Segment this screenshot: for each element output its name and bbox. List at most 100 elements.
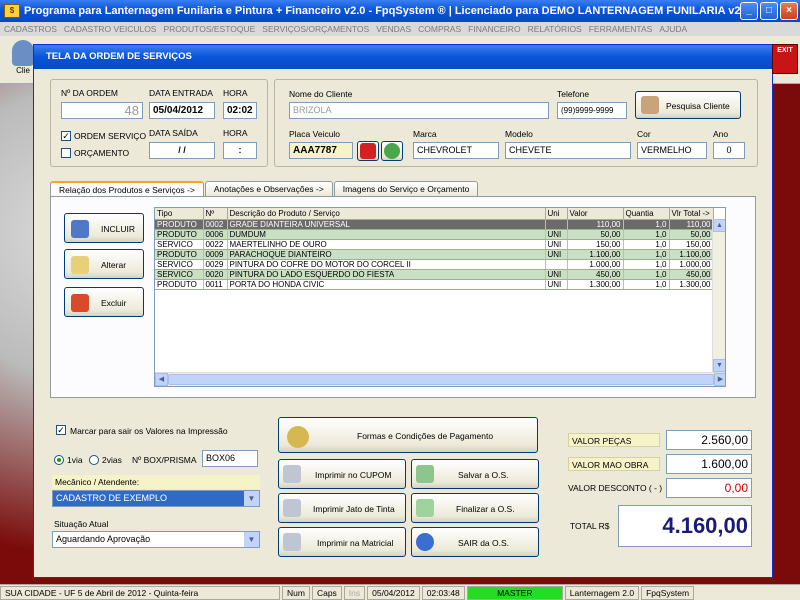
orcamento-checkbox[interactable] (61, 148, 71, 158)
grid-horizontal-scrollbar[interactable]: ◀ ▶ (155, 372, 725, 386)
table-row[interactable]: SERVICO 0020 PINTURA DO LADO ESQUERDO DO F… (155, 269, 714, 280)
scroll-down-icon[interactable]: ▼ (713, 359, 725, 372)
col-quantia[interactable]: Quantia (623, 208, 670, 220)
edit-item-button[interactable]: Alterar (64, 249, 144, 279)
table-cell: 1,0 (623, 279, 670, 290)
color-field[interactable]: VERMELHO (637, 142, 707, 159)
add-item-button[interactable]: INCLUIR (64, 213, 144, 243)
chevron-down-icon[interactable]: ▼ (244, 491, 259, 506)
via2-radio[interactable] (89, 455, 99, 465)
total-value: 4.160,00 (618, 505, 752, 547)
entry-date-label: DATA ENTRADA (149, 88, 213, 98)
menu-servicos-orcamentos[interactable]: SERVIÇOS/ORÇAMENTOS (262, 24, 369, 34)
table-cell: PRODUTO (155, 279, 204, 290)
payment-conditions-button[interactable]: Formas e Condições de Pagamento (278, 417, 538, 453)
menu-ajuda[interactable]: AJUDA (659, 24, 687, 34)
table-cell: 1,0 (623, 239, 670, 250)
menu-ferramentas[interactable]: FERRAMENTAS (589, 24, 653, 34)
brand-field[interactable]: CHEVROLET (413, 142, 499, 159)
close-button[interactable]: × (780, 2, 798, 20)
minimize-button[interactable]: _ (740, 2, 758, 20)
finalize-os-label: Finalizar a O.S. (456, 504, 515, 514)
history-button[interactable] (381, 141, 403, 161)
table-cell: 1.100,00 (567, 249, 624, 260)
table-row[interactable]: PRODUTO 0011 PORTA DO HONDA CIVIC UNI 1.300,… (155, 279, 714, 290)
table-cell: 1.100,00 (669, 249, 714, 260)
table-cell: 0022 (203, 239, 228, 250)
table-row[interactable]: PRODUTO 0006 DUMDUM UNI 50,00 1,0 50,00 (155, 229, 714, 240)
status-user: MASTER (466, 585, 563, 600)
table-row[interactable]: PRODUTO 0009 PARACHOQUE DIANTEIRO UNI 1.100,… (155, 249, 714, 260)
col-total[interactable]: Vlr Total -> (669, 208, 714, 220)
table-row[interactable]: SERVICO 0022 MAERTELINHO DE OURO UNI 150,00 1… (155, 239, 714, 250)
print-inkjet-button[interactable]: Imprimir Jato de Tinta (278, 493, 406, 523)
discount-value[interactable]: 0,00 (666, 478, 752, 498)
menu-cadastros[interactable]: CADASTROS (4, 24, 57, 34)
exit-time-field[interactable]: : (223, 142, 257, 159)
plate-field[interactable]: AAA7787 (289, 142, 353, 159)
entry-time-field[interactable]: 02:02 (223, 102, 257, 119)
app-exit-button[interactable]: EXIT (772, 44, 798, 74)
maximize-button[interactable]: □ (760, 2, 778, 20)
print-inkjet-label: Imprimir Jato de Tinta (313, 504, 395, 514)
via1-radio[interactable] (54, 455, 64, 465)
model-label: Modelo (505, 129, 533, 139)
mechanic-select[interactable]: CADASTRO DE EXEMPLO ▼ (52, 490, 260, 507)
mark-values-checkbox[interactable]: ✓ (56, 425, 66, 435)
entry-date-field[interactable]: 05/04/2012 (149, 102, 215, 119)
table-cell: 1,0 (623, 219, 670, 230)
printer-icon (283, 533, 301, 551)
menu-compras[interactable]: COMPRAS (418, 24, 461, 34)
finalize-os-button[interactable]: Finalizar a O.S. (411, 493, 539, 523)
scroll-left-icon[interactable]: ◀ (155, 373, 168, 386)
delete-item-button[interactable]: Excluir (64, 287, 144, 317)
table-row[interactable]: PRODUTO 0002 GRADE DIANTEIRA UNIVERSAL 110,… (155, 219, 714, 230)
table-cell: 50,00 (669, 229, 714, 240)
order-number-field[interactable]: 48 (61, 102, 143, 119)
year-field[interactable]: 0 (713, 142, 745, 159)
items-grid[interactable]: Tipo Nº Descrição do Produto / Serviço U… (154, 207, 726, 387)
phone-field[interactable]: (99)9999-9999 (557, 102, 627, 119)
labor-label: VALOR MAO OBRA (572, 460, 649, 470)
menu-produtos-estoque[interactable]: PRODUTOS/ESTOQUE (163, 24, 255, 34)
menu-relatorios[interactable]: RELATÓRIOS (528, 24, 582, 34)
table-cell: PINTURA DO LADO ESQUERDO DO FIESTA (227, 269, 546, 280)
parts-value: 2.560,00 (666, 430, 752, 450)
ordem-servico-checkbox[interactable]: ✓ (61, 131, 71, 141)
tab-images[interactable]: Imagens do Serviço e Orçamento (333, 181, 479, 196)
menu-financeiro[interactable]: FINANCEIRO (468, 24, 520, 34)
chevron-down-icon[interactable]: ▼ (244, 532, 259, 547)
table-cell: UNI (545, 249, 568, 260)
grid-vertical-scrollbar[interactable]: ▲ ▼ (712, 219, 725, 372)
col-valor[interactable]: Valor (567, 208, 624, 220)
toolbar-clients-label: Clie (16, 66, 30, 75)
col-tipo[interactable]: Tipo (155, 208, 204, 220)
exit-os-button[interactable]: SAIR da O.S. (411, 527, 539, 557)
exit-date-field[interactable]: / / (149, 142, 215, 159)
col-numero[interactable]: Nº (203, 208, 228, 220)
car-search-button[interactable] (357, 141, 379, 161)
scroll-up-icon[interactable]: ▲ (713, 219, 725, 232)
table-cell: UNI (545, 229, 568, 240)
client-name-field[interactable]: BRIZOLA (289, 102, 549, 119)
situation-select[interactable]: Aguardando Aprovação ▼ (52, 531, 260, 548)
mechanic-value: CADASTRO DE EXEMPLO (56, 493, 168, 503)
coins-icon (287, 426, 309, 448)
print-cupom-button[interactable]: Imprimir no CUPOM (278, 459, 406, 489)
search-client-button[interactable]: Pesquisa Cliente (635, 91, 741, 119)
table-cell: 1,0 (623, 259, 670, 270)
col-descricao[interactable]: Descrição do Produto / Serviço (227, 208, 546, 220)
print-matrix-button[interactable]: Imprimir na Matricial (278, 527, 406, 557)
scroll-right-icon[interactable]: ▶ (714, 373, 725, 386)
box-label: Nº BOX/PRISMA (132, 455, 197, 465)
tab-notes[interactable]: Anotações e Observações -> (204, 181, 333, 196)
model-field[interactable]: CHEVETE (505, 142, 631, 159)
labor-label-box: VALOR MAO OBRA (568, 457, 660, 471)
save-os-button[interactable]: Salvar a O.S. (411, 459, 539, 489)
horizontal-scroll-thumb[interactable] (168, 374, 714, 385)
col-unidade[interactable]: Uni (545, 208, 568, 220)
table-row[interactable]: SERVICO 0029 PINTURA DO COFRE DO MOTOR DO … (155, 259, 714, 270)
box-field[interactable]: BOX06 (202, 450, 258, 467)
menu-vendas[interactable]: VENDAS (376, 24, 411, 34)
menu-cadastro-veiculos[interactable]: CADASTRO VEICULOS (64, 24, 157, 34)
